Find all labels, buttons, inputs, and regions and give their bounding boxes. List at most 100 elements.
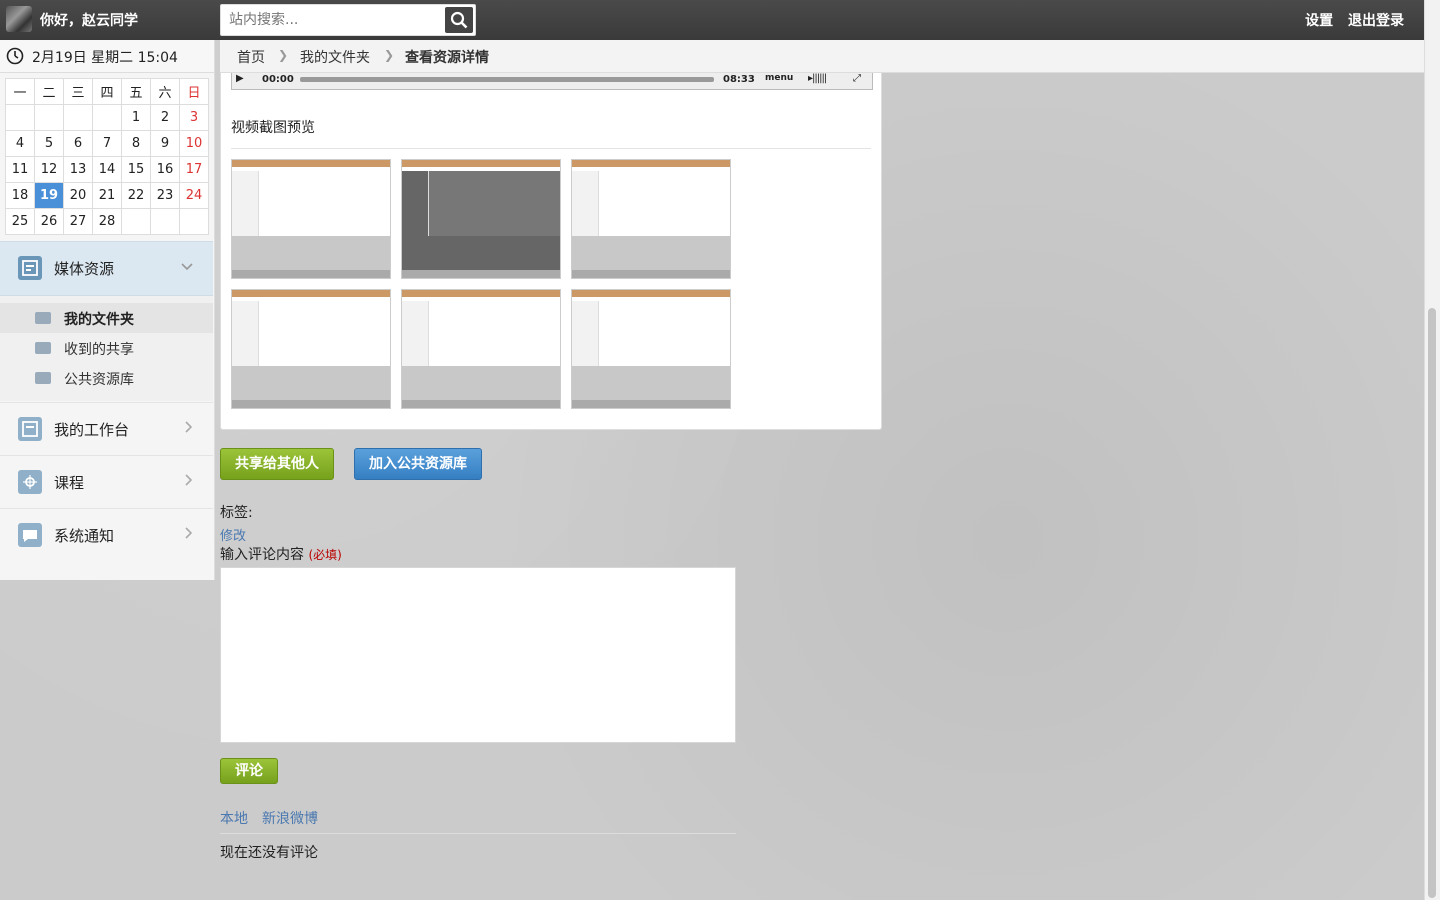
media-submenu: 我的文件夹 收到的共享 公共资源库 [0,296,213,401]
submenu-label: 公共资源库 [64,372,134,388]
breadcrumb-home[interactable]: 首页 [237,47,265,67]
calendar-day[interactable]: 12 [34,156,64,183]
user-avatar[interactable] [6,6,32,32]
tags-label: 标签: [220,505,253,521]
current-datetime: 2月19日 星期二 15:04 [32,50,178,66]
player-progress-bar[interactable] [300,77,714,82]
submenu-received-shares[interactable]: 收到的共享 [0,333,213,363]
breadcrumb: 首页 ❯ 我的文件夹 ❯ 查看资源详情 [220,40,1424,73]
calendar-day[interactable]: 1 [121,104,151,131]
calendar-day[interactable]: 15 [121,156,151,183]
calendar-day[interactable]: 6 [63,130,93,157]
video-screenshot-thumbnail[interactable] [401,289,561,409]
submenu-my-folder[interactable]: 我的文件夹 [0,303,213,333]
edit-tags-link[interactable]: 修改 [220,525,246,544]
chevron-right-icon: ❯ [384,48,395,62]
video-screenshot-thumbnail[interactable] [231,159,391,279]
tab-sina-weibo[interactable]: 新浪微博 [262,808,318,828]
calendar-day [5,104,35,131]
calendar-day[interactable]: 9 [150,130,180,157]
no-comments-text: 现在还没有评论 [220,845,318,861]
video-screenshot-thumbnail[interactable] [571,159,731,279]
play-icon[interactable]: ▶ [236,73,244,84]
calendar-day[interactable]: 8 [121,130,151,157]
calendar-day[interactable]: 5 [34,130,64,157]
calendar-week: 25 26 27 28 [5,208,209,235]
calendar-day[interactable]: 26 [34,208,64,235]
nav-workbench[interactable]: 我的工作台 [0,402,213,455]
clock-icon [6,47,24,65]
calendar-day[interactable]: 7 [92,130,122,157]
player-total-time: 08:33 [723,74,755,85]
comment-textarea[interactable] [220,567,736,743]
video-screenshot-thumbnail[interactable] [401,159,561,279]
greeting-text: 你好，赵云同学 [40,13,138,29]
scrollbar-thumb[interactable] [1428,308,1436,898]
video-screenshot-thumbnail[interactable] [231,289,391,409]
mini-calendar: 一 二 三 四 五 六 日 1 2 3 4 5 6 7 8 9 10 11 12… [5,78,209,235]
tab-local[interactable]: 本地 [220,808,248,828]
top-bar: 你好，赵云同学 设置 退出登录 [0,0,1424,40]
calendar-day[interactable]: 11 [5,156,35,183]
search-icon [450,11,468,29]
workbench-icon [18,417,42,441]
calendar-day-today[interactable]: 19 [34,182,64,209]
submenu-public-library[interactable]: 公共资源库 [0,363,213,393]
calendar-day[interactable]: 27 [63,208,93,235]
calendar-day[interactable]: 22 [121,182,151,209]
nav-course[interactable]: 课程 [0,455,213,508]
top-links: 设置 退出登录 [1295,10,1404,30]
calendar-day [63,104,93,131]
calendar-day [34,104,64,131]
player-current-time: 00:00 [262,74,294,85]
weekday-tue: 二 [34,78,64,105]
calendar-day [121,208,151,235]
nav-course-label: 课程 [54,474,85,492]
chevron-down-icon [181,260,193,275]
nav-media-label: 媒体资源 [54,260,115,278]
fullscreen-icon[interactable]: ⤢ [853,73,861,84]
search-input[interactable] [221,5,457,35]
weekday-sun: 日 [179,78,209,105]
weekday-mon: 一 [5,78,35,105]
video-screenshot-thumbnail[interactable] [571,289,731,409]
add-public-library-button[interactable]: 加入公共资源库 [354,448,482,480]
calendar-day[interactable]: 13 [63,156,93,183]
nav-media-resources[interactable]: 媒体资源 [0,241,213,296]
calendar-day[interactable]: 20 [63,182,93,209]
volume-icon[interactable]: ▸|||||| [808,73,827,84]
folder-icon [35,372,51,384]
calendar-day[interactable]: 14 [92,156,122,183]
video-player-controls: ▶ 00:00 08:33 menu ▸|||||| ⤢ [231,73,873,90]
calendar-day[interactable]: 3 [179,104,209,131]
calendar-day[interactable]: 10 [179,130,209,157]
calendar-day[interactable]: 28 [92,208,122,235]
settings-link[interactable]: 设置 [1305,13,1333,29]
weekday-wed: 三 [63,78,93,105]
site-search [220,4,476,36]
chevron-right-icon [185,474,193,490]
folder-icon [35,342,51,354]
breadcrumb-folder[interactable]: 我的文件夹 [300,47,370,67]
calendar-day[interactable]: 18 [5,182,35,209]
player-menu-button[interactable]: menu [765,73,793,83]
nav-notice-label: 系统通知 [54,527,115,545]
calendar-day [179,208,209,235]
calendar-day[interactable]: 4 [5,130,35,157]
calendar-day[interactable]: 17 [179,156,209,183]
required-marker: (必填) [308,548,342,562]
weekday-fri: 五 [121,78,151,105]
calendar-day[interactable]: 16 [150,156,180,183]
divider [220,833,736,834]
folder-icon [35,312,51,324]
search-button[interactable] [445,7,473,33]
logout-link[interactable]: 退出登录 [1348,13,1404,29]
submit-comment-button[interactable]: 评论 [220,758,278,784]
calendar-day[interactable]: 23 [150,182,180,209]
calendar-day[interactable]: 24 [179,182,209,209]
calendar-day[interactable]: 21 [92,182,122,209]
calendar-day[interactable]: 25 [5,208,35,235]
calendar-day[interactable]: 2 [150,104,180,131]
share-button[interactable]: 共享给其他人 [220,448,334,480]
nav-notice[interactable]: 系统通知 [0,508,213,561]
